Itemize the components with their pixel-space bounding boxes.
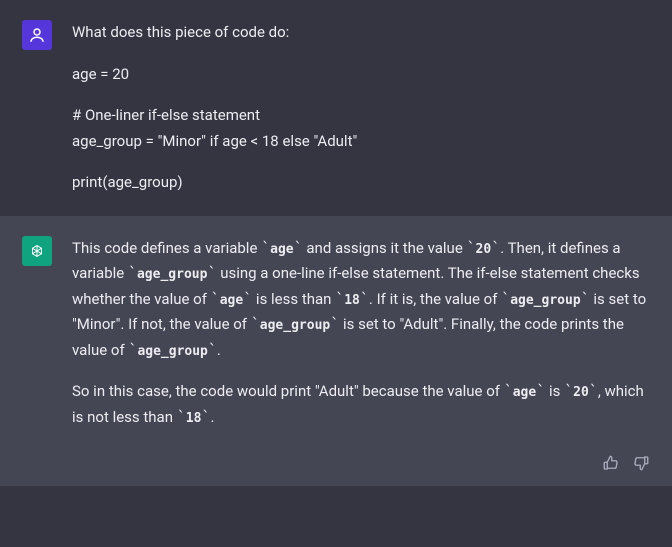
code-inline: 20 (573, 385, 589, 400)
code-inline: age_group (260, 318, 330, 333)
text: and assigns it the value (303, 239, 467, 257)
text: is (545, 382, 564, 400)
text: . (210, 408, 214, 426)
code-line: age = 20 (72, 62, 650, 88)
assistant-message: This code defines a variable `age` and a… (0, 216, 672, 451)
assistant-avatar (22, 236, 52, 266)
code-line: age_group = "Minor" if age < 18 else "Ad… (72, 132, 357, 150)
user-avatar (22, 20, 52, 50)
thumbs-down-icon (632, 454, 650, 472)
code-inline: age_group (137, 344, 207, 359)
thumbs-up-icon (602, 454, 620, 472)
code-line: # One-liner if-else statement (72, 106, 260, 124)
openai-icon (28, 242, 46, 260)
code-inline: 18 (344, 293, 360, 308)
assistant-content: This code defines a variable `age` and a… (72, 236, 650, 431)
user-content: What does this piece of code do: age = 2… (72, 20, 650, 196)
user-question: What does this piece of code do: (72, 20, 650, 46)
text: . If it is, the value of (369, 290, 501, 308)
text: . (217, 341, 221, 359)
text: is less than (252, 290, 335, 308)
thumbs-up-button[interactable] (602, 454, 620, 472)
code-inline: 18 (186, 411, 202, 426)
code-inline: age (220, 293, 243, 308)
code-inline: age (270, 242, 293, 257)
person-icon (28, 26, 46, 44)
assistant-paragraph-2: So in this case, the code would print "A… (72, 379, 650, 430)
text: This code defines a variable (72, 239, 261, 257)
code-inline: age_group (510, 293, 580, 308)
feedback-bar (0, 450, 672, 486)
code-inline: age_group (137, 267, 207, 282)
code-block: # One-liner if-else statement age_group … (72, 103, 650, 154)
code-line: print(age_group) (72, 170, 650, 196)
code-inline: age (513, 385, 536, 400)
assistant-paragraph-1: This code defines a variable `age` and a… (72, 236, 650, 364)
code-inline: 20 (476, 242, 492, 257)
text: So in this case, the code would print "A… (72, 382, 504, 400)
user-message: What does this piece of code do: age = 2… (0, 0, 672, 216)
thumbs-down-button[interactable] (632, 454, 650, 472)
